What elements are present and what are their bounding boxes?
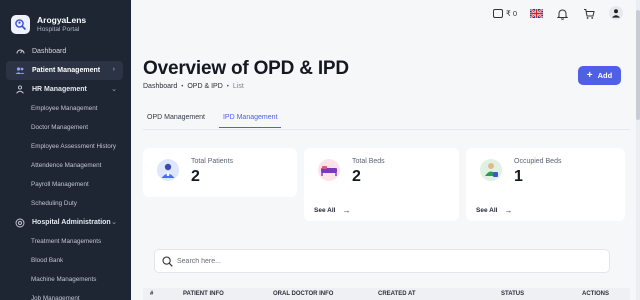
user-avatar-icon[interactable] xyxy=(609,6,623,20)
sidebar: ArogyaLens Hospital Portal Dashboard Pat… xyxy=(0,0,131,300)
breadcrumb-separator: • xyxy=(226,83,229,90)
stat-label: Total Beds xyxy=(352,158,385,165)
sidebar-subitem-scheduling-duty[interactable]: Scheduling Duty xyxy=(0,194,131,213)
sidebar-item-label: HR Management xyxy=(32,86,87,93)
hospital-icon xyxy=(15,218,25,228)
column-header-created-at: CREATED AT xyxy=(378,291,416,297)
brand-subtitle: Hospital Portal xyxy=(37,25,80,33)
sidebar-subitem-machine-managements[interactable]: Machine Managements xyxy=(0,270,131,289)
arrow-right-icon: → xyxy=(342,206,351,215)
dashboard-icon xyxy=(15,47,25,57)
see-all-label: See All xyxy=(476,207,498,214)
bell-icon[interactable] xyxy=(557,8,568,20)
hr-icon xyxy=(15,85,25,95)
breadcrumb-list: List xyxy=(232,83,244,90)
sidebar-subitem-job-management[interactable]: Job Management xyxy=(0,289,131,300)
breadcrumb-opd-ipd[interactable]: OPD & IPD xyxy=(187,83,222,90)
sidebar-nav: Dashboard Patient Management › HR Manage… xyxy=(0,42,131,300)
brand-logo-icon xyxy=(11,15,30,34)
stat-card-total-patients: Total Patients 2 xyxy=(143,148,297,197)
page-scrollbar[interactable] xyxy=(636,0,640,300)
arrow-right-icon: → xyxy=(504,206,513,215)
sidebar-item-hospital-administration[interactable]: Hospital Administration ⌄ xyxy=(0,213,131,232)
sidebar-subitem-blood-bank[interactable]: Blood Bank xyxy=(0,251,131,270)
sidebar-subitem-employee-assessment-history[interactable]: Employee Assessment History xyxy=(0,137,131,156)
column-header-index: # xyxy=(150,291,154,297)
cart-icon[interactable] xyxy=(583,8,595,20)
brand-name: ArogyaLens xyxy=(37,14,87,25)
sidebar-item-dashboard[interactable]: Dashboard xyxy=(0,42,131,61)
tab-opd-management[interactable]: OPD Management xyxy=(143,114,209,128)
wallet-balance[interactable]: ₹ 0 xyxy=(493,9,517,18)
chevron-down-icon: ⌄ xyxy=(111,219,117,226)
chevron-right-icon: › xyxy=(112,66,115,73)
tab-ipd-management[interactable]: IPD Management xyxy=(218,114,282,128)
sidebar-item-hr-management[interactable]: HR Management ⌄ xyxy=(0,80,131,99)
scrollbar-thumb[interactable] xyxy=(636,10,640,120)
uk-flag-icon[interactable] xyxy=(530,9,543,18)
tabs: OPD Management IPD Management xyxy=(143,114,291,128)
column-header-actions: ACTIONS xyxy=(582,291,609,297)
stat-card-occupied-beds: Occupied Beds 1 See All → xyxy=(466,148,625,221)
stat-value: 2 xyxy=(352,168,361,185)
column-header-oral-doctor-info: ORAL DOCTOR INFO xyxy=(273,291,334,297)
stat-card-total-beds: Total Beds 2 See All → xyxy=(304,148,459,221)
wallet-amount: ₹ 0 xyxy=(506,9,518,18)
page-title: Overview of OPD & IPD xyxy=(143,58,349,79)
add-button-label: Add xyxy=(597,71,613,80)
breadcrumb: Dashboard • OPD & IPD • List xyxy=(143,83,244,90)
see-all-label: See All xyxy=(314,207,336,214)
search-box xyxy=(154,249,610,273)
table-header: # PATIENT INFO ORAL DOCTOR INFO CREATED … xyxy=(143,288,630,300)
sidebar-item-label: Hospital Administration xyxy=(32,219,111,226)
stat-value: 1 xyxy=(514,168,523,185)
column-header-patient-info: PATIENT INFO xyxy=(183,291,224,297)
sidebar-item-label: Dashboard xyxy=(32,48,67,55)
sidebar-subitem-payroll-management[interactable]: Payroll Management xyxy=(0,175,131,194)
search-icon xyxy=(162,255,173,267)
plus-icon: + xyxy=(586,69,593,81)
patient-avatar-icon xyxy=(157,159,179,181)
brand[interactable]: ArogyaLens Hospital Portal xyxy=(0,0,131,38)
add-button[interactable]: + Add xyxy=(578,66,621,85)
bed-icon xyxy=(318,159,340,181)
breadcrumb-dashboard[interactable]: Dashboard xyxy=(143,83,177,90)
sidebar-item-label: Patient Management xyxy=(32,67,101,74)
breadcrumb-separator: • xyxy=(181,83,184,90)
stat-value: 2 xyxy=(191,168,200,185)
sidebar-subitem-treatment-managements[interactable]: Treatment Managements xyxy=(0,232,131,251)
topbar: ₹ 0 xyxy=(131,0,640,30)
stat-label: Occupied Beds xyxy=(514,158,562,165)
sidebar-subitem-attendence-management[interactable]: Attendence Management xyxy=(0,156,131,175)
see-all-link[interactable]: See All → xyxy=(476,206,512,215)
users-icon xyxy=(15,66,25,76)
wallet-icon xyxy=(493,9,503,18)
sidebar-item-patient-management[interactable]: Patient Management › xyxy=(6,61,123,80)
search-input[interactable] xyxy=(177,257,577,265)
column-header-status: STATUS xyxy=(501,291,525,297)
see-all-link[interactable]: See All → xyxy=(314,206,350,215)
stat-label: Total Patients xyxy=(191,158,234,165)
tabs-divider xyxy=(143,129,630,130)
chevron-down-icon: ⌄ xyxy=(111,86,117,93)
sidebar-subitem-doctor-management[interactable]: Doctor Management xyxy=(0,118,131,137)
sidebar-subitem-employee-management[interactable]: Employee Management xyxy=(0,99,131,118)
occupied-bed-icon xyxy=(480,159,502,181)
